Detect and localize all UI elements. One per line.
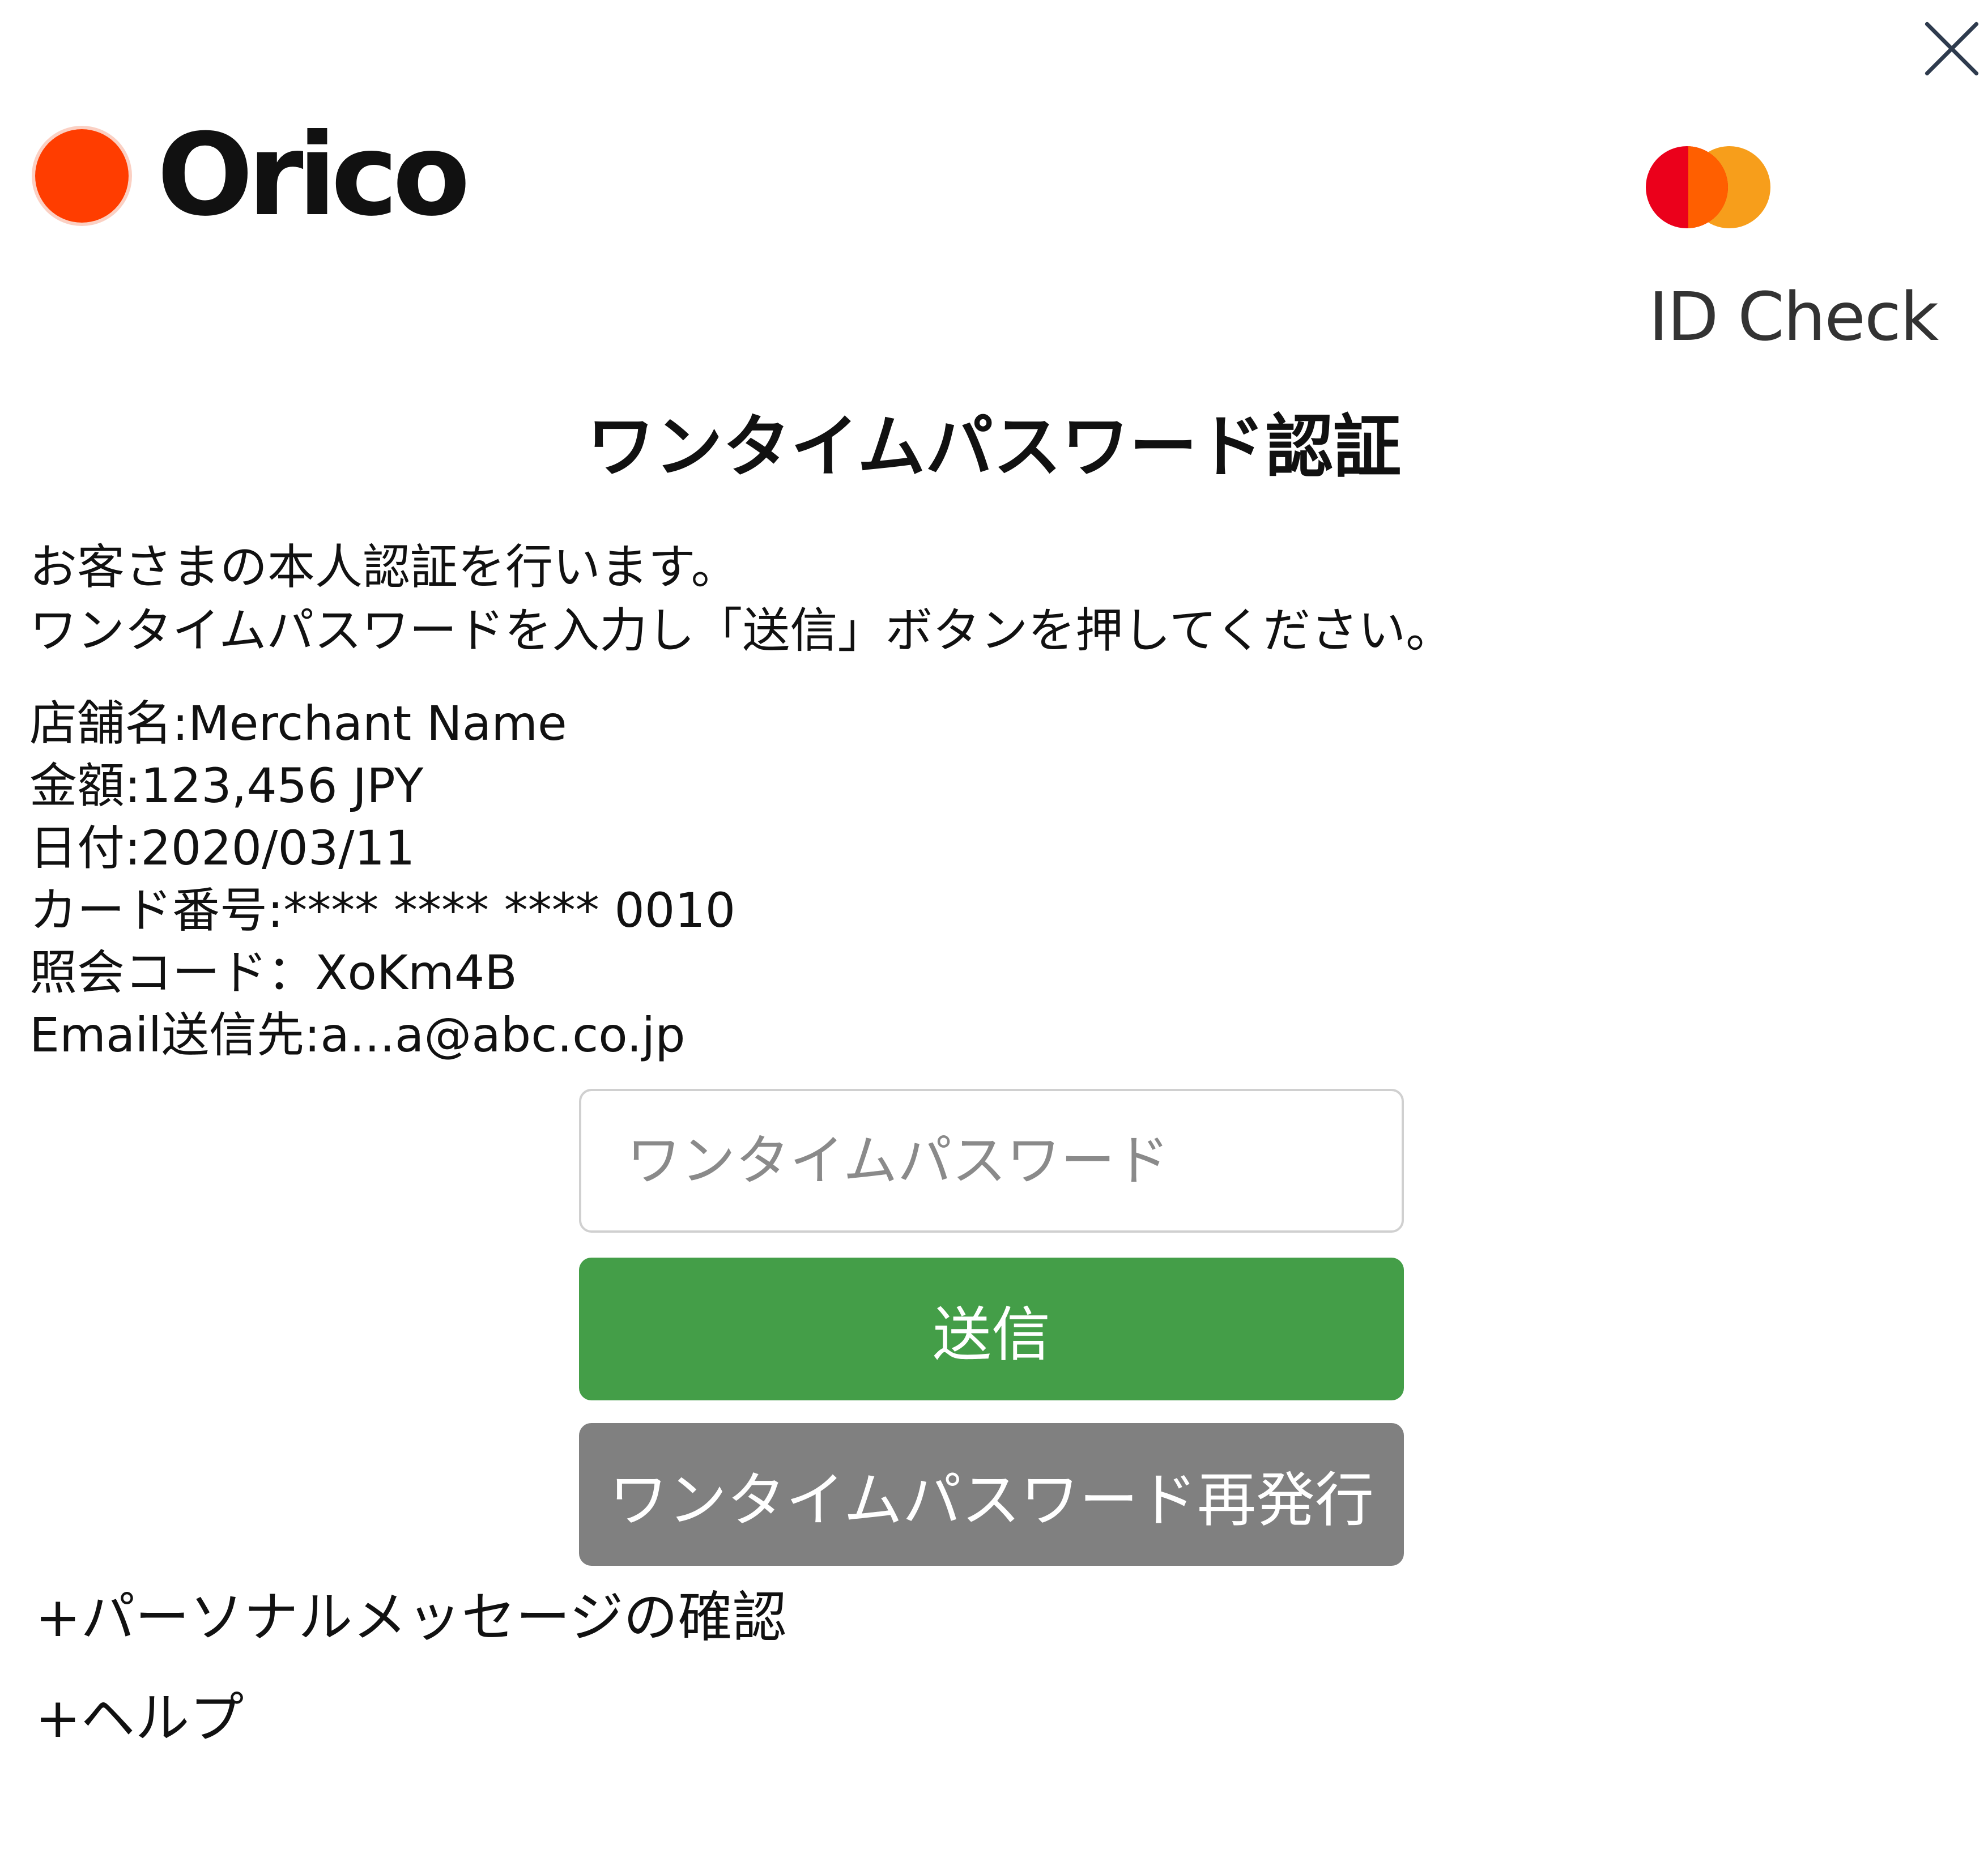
mastercard-logo-icon xyxy=(1646,146,1770,231)
orico-wordmark: Orico xyxy=(157,109,470,241)
card-number: カード番号:**** **** **** 0010 xyxy=(29,883,736,938)
email-destination: Email送信先:a...a@abc.co.jp xyxy=(29,1007,686,1063)
page-title: ワンタイムパスワード認証 xyxy=(586,408,1402,487)
orico-dot-icon xyxy=(35,129,129,223)
orico-logo: Orico xyxy=(35,109,470,241)
personal-message-link[interactable]: +パーソナルメッセージの確認 xyxy=(35,1581,787,1654)
instruction-line-2: ワンタイムパスワードを入力し「送信」ボタンを押してください。 xyxy=(29,603,1454,658)
help-link[interactable]: +ヘルプ xyxy=(35,1681,244,1755)
otp-input[interactable] xyxy=(579,1089,1404,1233)
instruction-line-1: お客さまの本人認証を行います。 xyxy=(29,539,739,595)
merchant-name: 店舗名:Merchant Name xyxy=(29,696,567,751)
close-icon[interactable] xyxy=(1923,20,1980,77)
transaction-info: 店舗名:Merchant Name 金額:123,456 JPY 日付:2020… xyxy=(29,692,735,1066)
reference-code: 照会コード：XoKm4B xyxy=(29,945,517,1000)
submit-button[interactable]: 送信 xyxy=(579,1258,1404,1400)
id-check-label: ID Check xyxy=(1649,278,1939,356)
date: 日付:2020/03/11 xyxy=(29,820,415,876)
instructions: お客さまの本人認証を行います。 ワンタイムパスワードを入力し「送信」ボタンを押し… xyxy=(29,535,1453,662)
amount: 金額:123,456 JPY xyxy=(29,758,424,813)
resend-otp-button[interactable]: ワンタイムパスワード再発行 xyxy=(579,1423,1404,1566)
mastercard-overlap xyxy=(1688,146,1728,228)
